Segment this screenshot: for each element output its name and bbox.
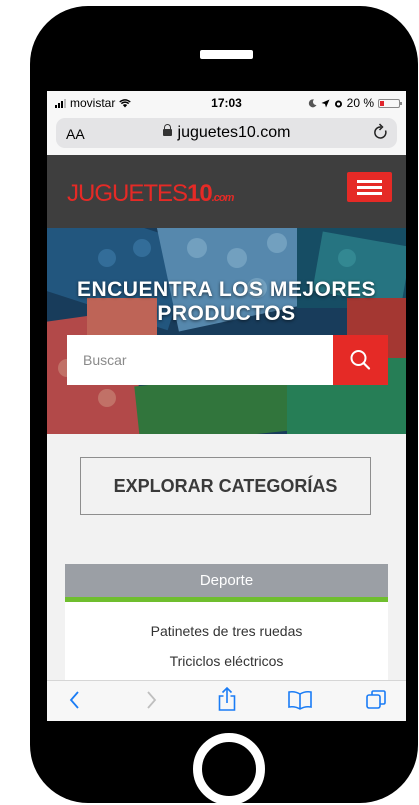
search-icon: [350, 350, 371, 370]
chevron-left-icon[interactable]: [68, 689, 82, 711]
book-icon[interactable]: [287, 689, 313, 711]
moon-icon: [308, 98, 317, 107]
phone-screen: movistar 17:03 20 % AA juguetes10.com JU…: [47, 91, 406, 721]
status-indicators: 20 %: [308, 96, 402, 110]
location-icon: [321, 99, 330, 107]
tabs-icon[interactable]: [365, 689, 387, 711]
browser-toolbar: [47, 680, 406, 721]
browser-address-bar: AA juguetes10.com: [47, 113, 406, 155]
reload-icon[interactable]: [373, 123, 389, 141]
category-item[interactable]: Triciclos eléctricos: [65, 646, 388, 676]
status-bar: movistar 17:03 20 %: [47, 91, 406, 113]
hero-title: ENCUENTRA LOS MEJORES PRODUCTOS: [76, 278, 377, 325]
url-text: juguetes10.com: [177, 124, 291, 141]
category-list: Patinetes de tres ruedas Triciclos eléct…: [65, 602, 388, 676]
share-icon[interactable]: [217, 686, 237, 712]
hamburger-icon: [357, 180, 382, 183]
site-header: JUGUETES10.com: [47, 155, 406, 228]
battery-percent: 20 %: [346, 96, 374, 110]
lock-icon: [162, 124, 172, 136]
alarm-icon: [334, 100, 342, 107]
search-input[interactable]: [67, 335, 313, 385]
battery-icon: [378, 98, 402, 108]
phone-speaker: [200, 50, 253, 59]
home-button[interactable]: [193, 733, 265, 805]
hero-banner: ENCUENTRA LOS MEJORES PRODUCTOS: [47, 228, 406, 434]
category-item[interactable]: Patinetes de tres ruedas: [65, 616, 388, 646]
site-logo[interactable]: JUGUETES10.com: [67, 180, 234, 208]
menu-button[interactable]: [347, 172, 392, 202]
chevron-right-icon[interactable]: [144, 689, 158, 711]
search-button[interactable]: [333, 335, 388, 385]
toy-blocks-background: [47, 228, 406, 434]
category-title[interactable]: Deporte: [65, 564, 388, 597]
url-field[interactable]: AA juguetes10.com: [56, 118, 397, 148]
search-field: [67, 335, 333, 385]
url-display[interactable]: juguetes10.com: [56, 124, 397, 142]
explore-categories-button[interactable]: EXPLORAR CATEGORÍAS: [80, 457, 371, 515]
